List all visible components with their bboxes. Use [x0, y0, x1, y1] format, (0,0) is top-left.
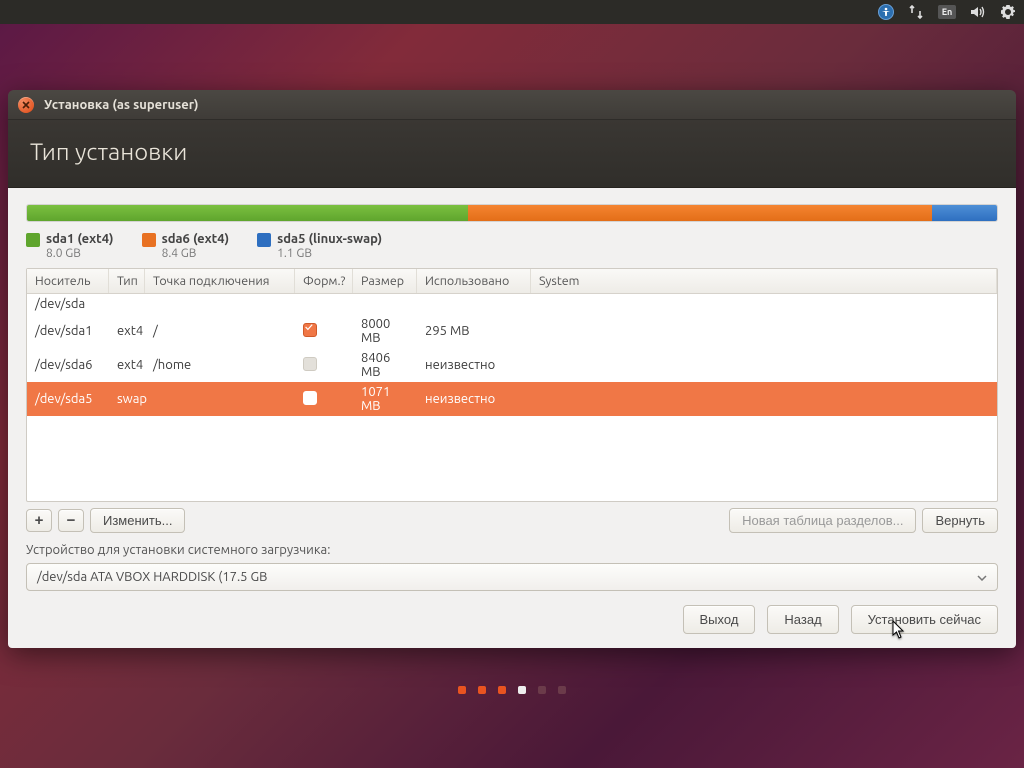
progress-dot — [458, 686, 466, 694]
progress-dot — [498, 686, 506, 694]
page-heading: Тип установки — [8, 120, 1016, 188]
change-partition-button[interactable]: Изменить... — [90, 508, 185, 533]
mouse-cursor — [892, 620, 906, 640]
progress-dot — [478, 686, 486, 694]
legend-swatch — [26, 233, 40, 247]
wizard-buttons: Выход Назад Установить сейчас — [26, 605, 998, 634]
legend-text: sda1 (ext4)8.0 GB — [46, 232, 114, 260]
window-body: sda1 (ext4)8.0 GB sda6 (ext4)8.4 GB sda5 (… — [8, 188, 1016, 648]
format-checkbox[interactable] — [303, 391, 317, 405]
settings-icon[interactable] — [1000, 4, 1016, 20]
table-row[interactable]: /dev/sda6ext4/home8406 MBнеизвестно — [27, 348, 997, 382]
partition-legend: sda1 (ext4)8.0 GB sda6 (ext4)8.4 GB sda5 (… — [26, 232, 998, 260]
legend-swatch — [257, 233, 271, 247]
col-system[interactable]: System — [531, 269, 997, 293]
close-icon[interactable] — [18, 97, 34, 113]
progress-dots — [0, 686, 1024, 694]
format-checkbox[interactable] — [303, 323, 317, 337]
table-header: Носитель Тип Точка подключения Форм.? Ра… — [27, 269, 997, 294]
network-icon[interactable] — [908, 4, 924, 20]
legend-swatch — [142, 233, 156, 247]
progress-dot — [538, 686, 546, 694]
col-type[interactable]: Тип — [109, 269, 145, 293]
revert-button[interactable]: Вернуть — [922, 508, 998, 533]
col-size[interactable]: Размер — [353, 269, 417, 293]
window-title: Установка (as superuser) — [44, 98, 199, 112]
window-titlebar[interactable]: Установка (as superuser) — [8, 90, 1016, 120]
quit-button[interactable]: Выход — [683, 605, 756, 634]
add-partition-button[interactable]: + — [26, 509, 52, 532]
format-checkbox[interactable] — [303, 357, 317, 371]
usage-segment-green — [27, 205, 468, 221]
partition-actions: + − Изменить... Новая таблица разделов..… — [26, 508, 998, 533]
legend-item: sda1 (ext4)8.0 GB — [26, 232, 114, 260]
col-format[interactable]: Форм.? — [295, 269, 353, 293]
back-button[interactable]: Назад — [767, 605, 838, 634]
table-row[interactable]: /dev/sda1ext4/8000 MB295 MB — [27, 314, 997, 348]
legend-text: sda6 (ext4)8.4 GB — [162, 232, 230, 260]
col-mount[interactable]: Точка подключения — [145, 269, 295, 293]
table-row[interactable]: /dev/sda5swap1071 MBнеизвестно — [27, 382, 997, 416]
table-row[interactable]: /dev/sda — [27, 294, 997, 314]
new-partition-table-button[interactable]: Новая таблица разделов... — [729, 508, 916, 533]
accessibility-icon[interactable] — [878, 4, 894, 20]
bootloader-device-value: /dev/sda ATA VBOX HARDDISK (17.5 GB — [37, 570, 267, 584]
legend-text: sda5 (linux-swap)1.1 GB — [277, 232, 382, 260]
progress-dot — [558, 686, 566, 694]
progress-dot — [518, 686, 526, 694]
install-now-button[interactable]: Установить сейчас — [851, 605, 998, 634]
chevron-down-icon — [977, 570, 987, 584]
remove-partition-button[interactable]: − — [58, 509, 84, 532]
col-used[interactable]: Использовано — [417, 269, 531, 293]
legend-item: sda6 (ext4)8.4 GB — [142, 232, 230, 260]
volume-icon[interactable] — [970, 4, 986, 20]
bootloader-device-combo[interactable]: /dev/sda ATA VBOX HARDDISK (17.5 GB — [26, 563, 998, 591]
legend-item: sda5 (linux-swap)1.1 GB — [257, 232, 382, 260]
usage-segment-orange — [468, 205, 932, 221]
bootloader-label: Устройство для установки системного загр… — [26, 543, 998, 557]
top-panel: En — [0, 0, 1024, 24]
usage-segment-blue — [932, 205, 997, 221]
col-device[interactable]: Носитель — [27, 269, 109, 293]
installer-window: Установка (as superuser) Тип установки s… — [8, 90, 1016, 648]
keyboard-layout-indicator[interactable]: En — [938, 5, 956, 19]
partition-table: Носитель Тип Точка подключения Форм.? Ра… — [26, 268, 998, 502]
partition-usage-bar — [26, 204, 998, 222]
